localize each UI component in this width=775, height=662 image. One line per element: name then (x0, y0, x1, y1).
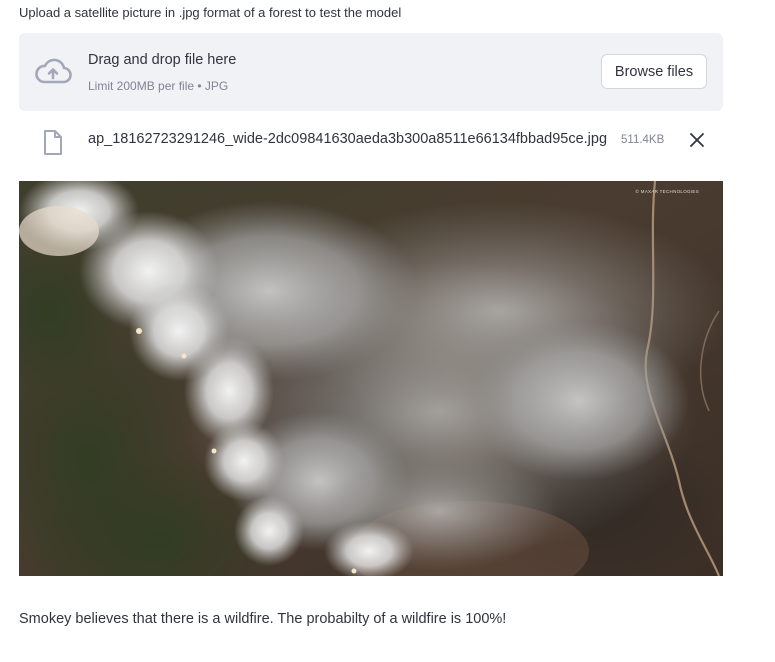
uploaded-file-name: ap_18162723291246_wide-2dc09841630aeda3b… (88, 131, 608, 147)
image-watermark: © MAXAR TECHNOLOGIES (635, 189, 699, 194)
upload-label: Upload a satellite picture in .jpg forma… (19, 5, 402, 20)
streamlit-page: Upload a satellite picture in .jpg forma… (0, 0, 775, 662)
file-dropzone[interactable]: Drag and drop file here Limit 200MB per … (19, 33, 723, 111)
wildfire-satellite-picture (19, 181, 723, 576)
prediction-result: Smokey believes that there is a wildfire… (19, 611, 507, 627)
dropzone-limit-text: Limit 200MB per file • JPG (88, 79, 229, 93)
file-icon (44, 130, 62, 155)
browse-files-button[interactable]: Browse files (601, 54, 707, 89)
uploaded-file-size: 511.4KB (621, 134, 665, 146)
satellite-image: © MAXAR TECHNOLOGIES (19, 181, 723, 576)
dropzone-title: Drag and drop file here (88, 52, 237, 68)
uploaded-file-row: ap_18162723291246_wide-2dc09841630aeda3b… (19, 126, 723, 156)
close-icon[interactable] (687, 129, 707, 151)
cloud-upload-icon (35, 58, 72, 84)
